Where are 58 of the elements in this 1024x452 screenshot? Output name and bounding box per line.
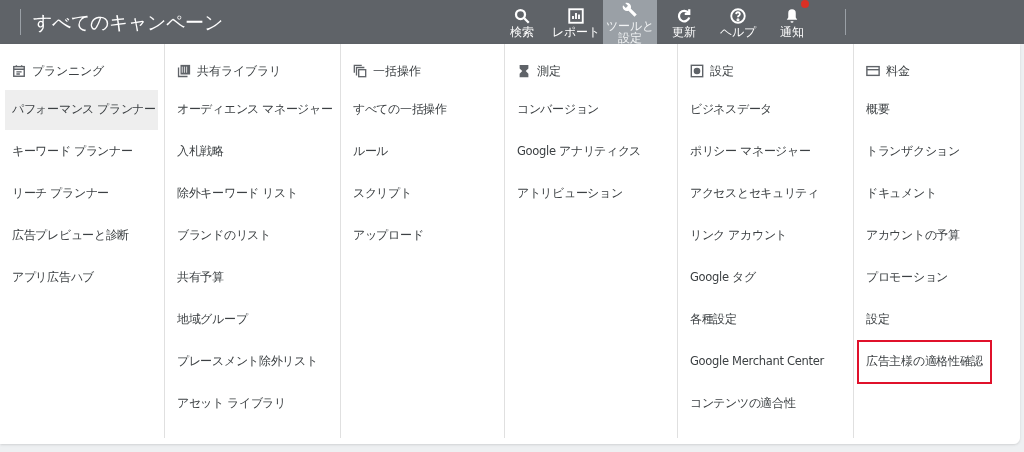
credit-card-icon [866, 64, 880, 78]
menu-item[interactable]: ビジネスデータ [683, 90, 779, 130]
menu-item[interactable]: ルール [346, 132, 396, 172]
help-icon [729, 6, 747, 25]
page-title: すべてのキャンペーン [33, 9, 223, 35]
menu-item[interactable]: アップロード [346, 216, 431, 256]
menu-item[interactable]: コンバージョン [510, 90, 606, 130]
menu-item[interactable]: Google タグ [683, 258, 763, 298]
column-heading: 料金 [886, 63, 910, 80]
column-heading: 共有ライブラリ [197, 63, 281, 80]
menu-item[interactable]: 広告主様の適格性確認 [859, 342, 990, 382]
toolbar-button[interactable]: 検索 [495, 0, 549, 44]
menu-item[interactable]: Google アナリティクス [510, 132, 648, 172]
refresh-icon [675, 6, 693, 25]
bar-chart-icon [567, 6, 585, 25]
menu-item[interactable]: ポリシー マネージャー [683, 132, 818, 172]
menu-item[interactable]: リンク アカウント [683, 216, 794, 256]
menu-item[interactable]: プロモーション [859, 258, 955, 298]
column-heading: 一括操作 [373, 63, 421, 80]
menu-item[interactable]: アカウントの予算 [859, 216, 967, 256]
menu-item[interactable]: スクリプト [346, 174, 419, 214]
menu-item[interactable]: アプリ広告ハブ [5, 258, 101, 298]
column-heading: プランニング [32, 63, 104, 80]
column-heading: 測定 [537, 63, 561, 80]
toolbar-button[interactable]: レポート [549, 0, 603, 44]
menu-item[interactable]: ドキュメント [859, 174, 944, 214]
menu-item[interactable]: トランザクション [859, 132, 967, 172]
hourglass-icon [517, 64, 531, 78]
menu-item[interactable]: コンテンツの適合性 [683, 384, 803, 424]
menu-item[interactable]: 広告プレビューと診断 [5, 216, 136, 256]
menu-item[interactable]: リーチ プランナー [5, 174, 116, 214]
menu-item[interactable]: ブランドのリスト [170, 216, 278, 256]
toolbar-button[interactable]: ヘルプ [711, 0, 765, 44]
search-icon [513, 6, 531, 25]
menu-item[interactable]: Google Merchant Center [683, 342, 831, 382]
calendar-icon [12, 64, 26, 78]
toolbar-button[interactable]: 通知 [765, 0, 819, 44]
menu-item[interactable]: すべての一括操作 [346, 90, 454, 130]
library-icon [177, 64, 191, 78]
menu-item[interactable]: キーワード プランナー [5, 132, 140, 172]
menu-item[interactable]: 入札戦略 [170, 132, 231, 172]
menu-item[interactable]: アトリビューション [510, 174, 630, 214]
copy-icon [353, 64, 367, 78]
wrench-icon [621, 0, 639, 19]
menu-item[interactable]: アセット ライブラリ [170, 384, 293, 424]
menu-item[interactable]: パフォーマンス プランナー [5, 90, 158, 130]
menu-item[interactable]: 除外キーワード リスト [170, 174, 305, 214]
column-heading: 設定 [710, 63, 734, 80]
menu-item[interactable]: 概要 [859, 90, 897, 130]
menu-item[interactable]: オーディエンス マネージャー [170, 90, 340, 130]
menu-item[interactable]: アクセスとセキュリティ [683, 174, 826, 214]
menu-item[interactable]: 設定 [859, 300, 897, 340]
menu-item[interactable]: 共有予算 [170, 258, 231, 298]
toolbar-button[interactable]: 更新 [657, 0, 711, 44]
menu-item[interactable]: 各種設定 [683, 300, 744, 340]
settings-icon [690, 64, 704, 78]
menu-item[interactable]: プレースメント除外リスト [170, 342, 325, 382]
menu-item[interactable]: 地域グループ [170, 300, 255, 340]
